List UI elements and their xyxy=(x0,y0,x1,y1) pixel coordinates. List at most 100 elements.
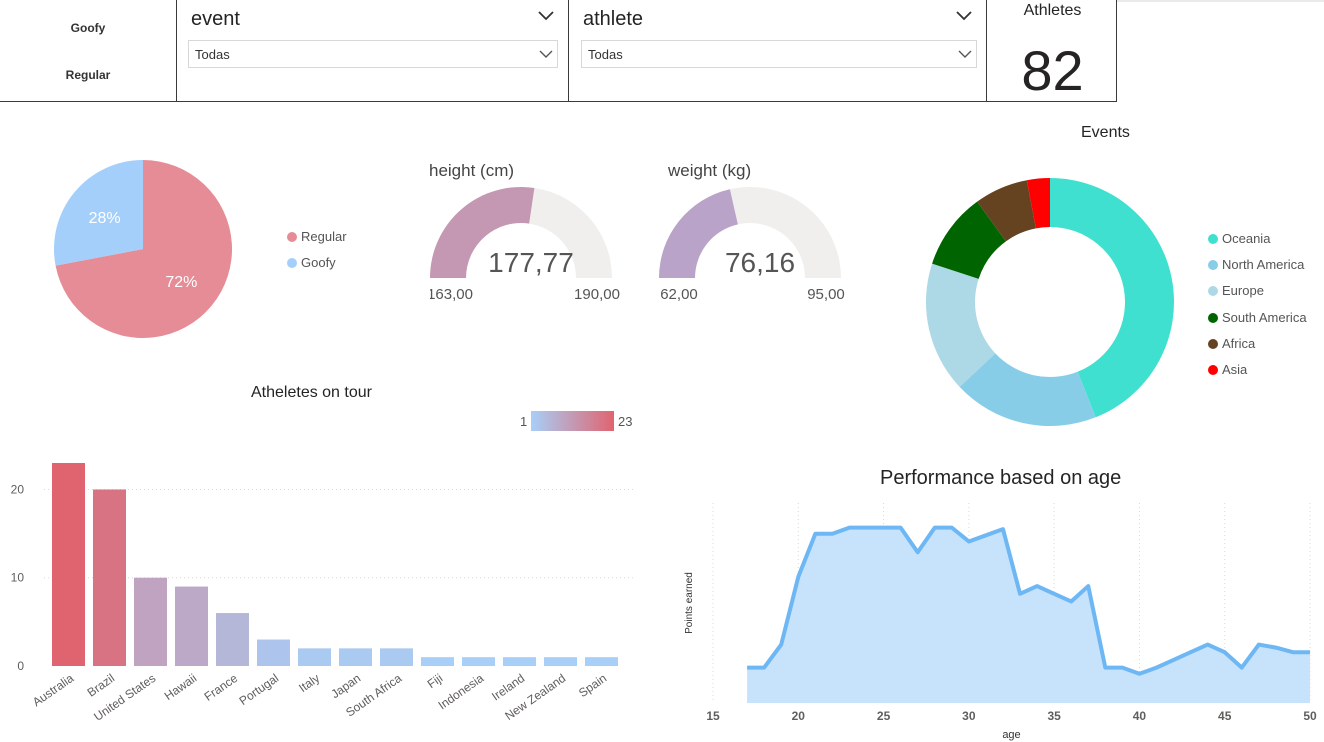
legend-item-regular[interactable]: Regular xyxy=(287,229,347,244)
athlete-dropdown-value: Todas xyxy=(588,47,623,62)
y-tick-label: 10 xyxy=(11,571,25,585)
x-tick-label: Brazil xyxy=(85,671,118,700)
athlete-dropdown[interactable]: Todas xyxy=(581,40,977,68)
bar-italy[interactable] xyxy=(298,648,331,666)
legend-item-oceania[interactable]: Oceania xyxy=(1208,231,1270,246)
bar-japan[interactable] xyxy=(339,648,372,666)
bar-united-states[interactable] xyxy=(134,577,167,666)
legend-swatch xyxy=(1208,338,1218,349)
athletes-card-value: 82 xyxy=(1021,39,1084,102)
gauge-max-label: 190,00 xyxy=(574,286,620,303)
area-fill xyxy=(747,527,1310,703)
bar-portugal[interactable] xyxy=(257,639,290,666)
bar-hawaii[interactable] xyxy=(175,586,208,666)
pie-slice-label: 28% xyxy=(89,210,121,227)
gauge-max-label: 95,00 xyxy=(807,286,845,303)
pie-slice-label: 72% xyxy=(165,274,197,291)
legend-label: Europe xyxy=(1222,283,1264,299)
legend-item-europe[interactable]: Europe xyxy=(1208,283,1264,298)
events-chart-title: Events xyxy=(1081,124,1130,141)
legend-item-goofy[interactable]: Goofy xyxy=(287,255,336,270)
y-tick-label: 0 xyxy=(17,659,24,673)
bar-new-zealand[interactable] xyxy=(544,657,577,666)
x-tick-label: Fiji xyxy=(425,671,446,691)
legend-item-asia[interactable]: Asia xyxy=(1208,362,1247,377)
tour-bar-chart: 01020Australia BrazilUnited States Hawaii F… xyxy=(11,463,636,724)
legend-swatch xyxy=(287,258,297,268)
tour-chart-title: Atheletes on tour xyxy=(251,384,372,401)
gauge-value: 76,16 xyxy=(725,247,795,278)
stance-pie-chart: 72% 28% xyxy=(53,160,233,338)
legend-label: Goofy xyxy=(301,255,336,270)
legend-swatch xyxy=(1208,234,1218,244)
event-slicer-title: event xyxy=(191,8,240,30)
event-slicer: event Todas xyxy=(176,0,570,102)
x-tick-label: Portugal xyxy=(237,671,282,708)
legend-label: North America xyxy=(1222,257,1305,273)
legend-swatch xyxy=(1208,312,1218,323)
x-tick-label: 20 xyxy=(792,709,806,723)
x-tick-label: 40 xyxy=(1133,709,1147,723)
bar-fiji[interactable] xyxy=(421,657,454,666)
legend-label: Asia xyxy=(1222,362,1248,377)
y-tick-label: 20 xyxy=(11,482,25,496)
bar-australia[interactable] xyxy=(52,463,85,666)
stance-slicer: Goofy Regular xyxy=(0,0,177,102)
bar-spain[interactable] xyxy=(585,657,618,666)
legend-swatch xyxy=(1208,365,1218,375)
gauge-min-label: 62,00 xyxy=(660,286,698,303)
x-axis-label: age xyxy=(1002,729,1020,741)
athletes-card: Athletes 82 xyxy=(986,0,1117,102)
x-tick-label: Hawaii xyxy=(162,671,200,703)
performance-area-chart: 15 20 25 30 35 40 45 50 age Points earned xyxy=(684,503,1317,741)
x-tick-label: Spain xyxy=(576,671,609,700)
x-tick-label: 15 xyxy=(706,709,720,723)
legend-swatch xyxy=(287,232,297,242)
legend-label: Oceania xyxy=(1222,231,1271,246)
legend-swatch xyxy=(1208,260,1218,271)
legend-swatch xyxy=(1208,286,1218,297)
performance-chart-title: Performance based on age xyxy=(880,467,1122,489)
legend-item-south-america[interactable]: South America xyxy=(1208,310,1307,325)
gradient-legend-max: 23 xyxy=(618,414,633,429)
legend-label: Africa xyxy=(1222,335,1256,351)
x-tick-label: Indonesia xyxy=(436,671,487,713)
events-donut-chart xyxy=(926,178,1174,426)
bar-indonesia[interactable] xyxy=(462,657,495,666)
x-tick-label: France xyxy=(202,671,241,704)
athlete-slicer-title: athlete xyxy=(583,8,644,30)
stance-option-regular[interactable]: Regular xyxy=(0,68,176,82)
legend-label: South America xyxy=(1222,309,1307,325)
event-dropdown-value: Todas xyxy=(195,47,230,62)
x-tick-label: 50 xyxy=(1303,709,1317,723)
chevron-down-icon xyxy=(958,50,972,58)
bar-brazil[interactable] xyxy=(93,489,126,666)
x-tick-label: 25 xyxy=(877,709,891,723)
event-dropdown[interactable]: Todas xyxy=(188,40,558,68)
x-tick-label: 35 xyxy=(1047,709,1061,723)
weight-gauge: 76,16 62,00 95,00 xyxy=(659,187,845,303)
chevron-down-icon xyxy=(539,50,553,58)
athletes-card-label: Athletes xyxy=(1023,2,1082,19)
bar-south-africa[interactable] xyxy=(380,648,413,666)
x-tick-label: 45 xyxy=(1218,709,1232,723)
chevron-down-icon[interactable] xyxy=(537,10,555,22)
y-axis-label: Points earned xyxy=(684,572,695,634)
gauge-min-label: 163,00 xyxy=(430,286,473,303)
chevron-down-icon[interactable] xyxy=(955,10,973,22)
x-tick-label: Australia xyxy=(30,671,77,709)
gauge-value: 177,77 xyxy=(488,247,574,278)
stance-option-goofy[interactable]: Goofy xyxy=(0,21,176,35)
x-tick-label: Italy xyxy=(296,671,322,695)
legend-item-north-america[interactable]: North America xyxy=(1208,257,1304,272)
gradient-legend-bar xyxy=(531,411,614,431)
bar-ireland[interactable] xyxy=(503,657,536,666)
gradient-legend-min: 1 xyxy=(520,414,528,429)
height-gauge: 177,77 163,00 190,00 xyxy=(430,187,620,303)
legend-item-africa[interactable]: Africa xyxy=(1208,336,1255,351)
athlete-slicer: athlete Todas xyxy=(568,0,988,102)
legend-label: Regular xyxy=(301,229,347,244)
weight-gauge-title: weight (kg) xyxy=(668,161,752,180)
bar-france[interactable] xyxy=(216,613,249,666)
height-gauge-title: height (cm) xyxy=(429,161,515,180)
